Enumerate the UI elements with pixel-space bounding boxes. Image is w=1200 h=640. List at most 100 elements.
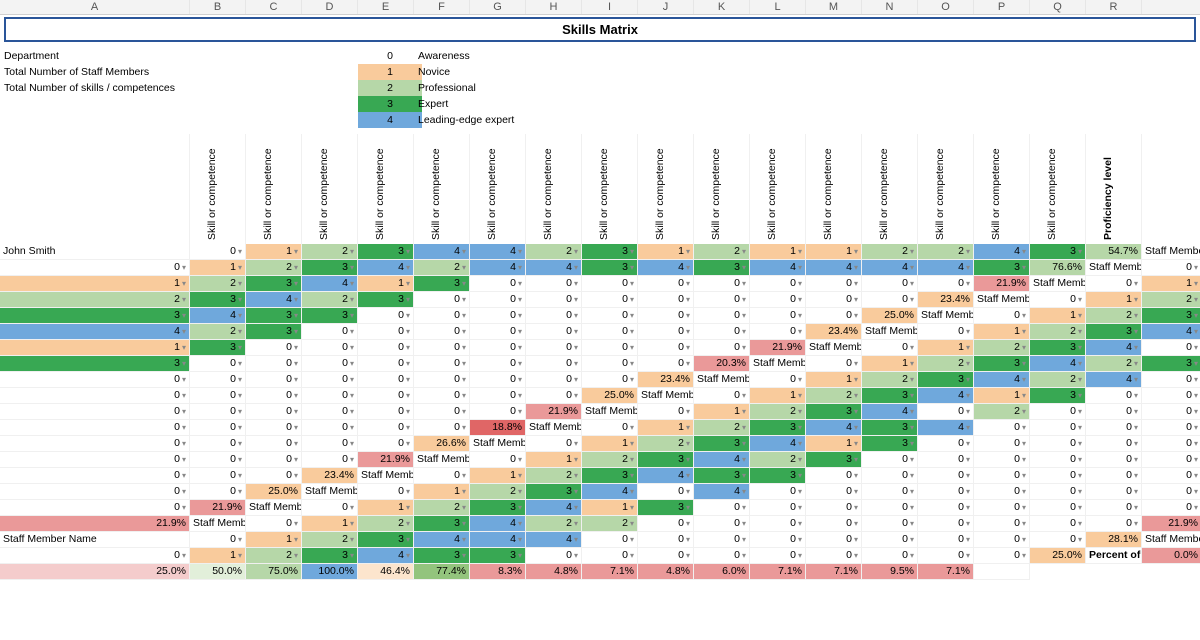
dropdown-icon[interactable]: ▾: [742, 263, 746, 272]
skill-level-cell[interactable]: 0▾: [526, 436, 582, 452]
dropdown-icon[interactable]: ▾: [518, 407, 522, 416]
skill-level-cell[interactable]: 4▾: [470, 532, 526, 548]
skill-level-cell[interactable]: 0▾: [862, 516, 918, 532]
skill-level-cell[interactable]: 0▾: [638, 324, 694, 340]
dropdown-icon[interactable]: ▾: [350, 503, 354, 512]
skill-level-cell[interactable]: 0▾: [582, 308, 638, 324]
dropdown-icon[interactable]: ▾: [966, 247, 970, 256]
dropdown-icon[interactable]: ▾: [854, 439, 858, 448]
dropdown-icon[interactable]: ▾: [854, 375, 858, 384]
skill-level-cell[interactable]: 3▾: [414, 276, 470, 292]
skill-level-cell[interactable]: 3▾: [358, 292, 414, 308]
skill-level-cell[interactable]: 4▾: [638, 260, 694, 276]
skill-level-cell[interactable]: 0▾: [358, 372, 414, 388]
skill-level-cell[interactable]: 3▾: [302, 548, 358, 564]
skill-level-cell[interactable]: 4▾: [470, 260, 526, 276]
skill-level-cell[interactable]: 1▾: [750, 244, 806, 260]
skill-level-cell[interactable]: 4▾: [750, 260, 806, 276]
dropdown-icon[interactable]: ▾: [1194, 503, 1198, 512]
dropdown-icon[interactable]: ▾: [574, 263, 578, 272]
skill-column-header[interactable]: Skill or competence: [358, 134, 414, 244]
dropdown-icon[interactable]: ▾: [294, 375, 298, 384]
skill-level-cell[interactable]: 0▾: [694, 532, 750, 548]
dropdown-icon[interactable]: ▾: [854, 407, 858, 416]
skill-level-cell[interactable]: 1▾: [974, 324, 1030, 340]
skill-level-cell[interactable]: 2▾: [1142, 292, 1200, 308]
dropdown-icon[interactable]: ▾: [294, 535, 298, 544]
dropdown-icon[interactable]: ▾: [854, 519, 858, 528]
dropdown-icon[interactable]: ▾: [350, 359, 354, 368]
skill-level-cell[interactable]: 0▾: [526, 548, 582, 564]
dropdown-icon[interactable]: ▾: [462, 343, 466, 352]
dropdown-icon[interactable]: ▾: [1134, 439, 1138, 448]
dropdown-icon[interactable]: ▾: [630, 551, 634, 560]
skill-level-cell[interactable]: 2▾: [190, 324, 246, 340]
skill-level-cell[interactable]: 2▾: [526, 244, 582, 260]
dropdown-icon[interactable]: ▾: [518, 375, 522, 384]
skill-level-cell[interactable]: 0▾: [190, 372, 246, 388]
dropdown-icon[interactable]: ▾: [742, 519, 746, 528]
dropdown-icon[interactable]: ▾: [518, 327, 522, 336]
dropdown-icon[interactable]: ▾: [1194, 487, 1198, 496]
dropdown-icon[interactable]: ▾: [1078, 327, 1082, 336]
dropdown-icon[interactable]: ▾: [406, 295, 410, 304]
dropdown-icon[interactable]: ▾: [1134, 407, 1138, 416]
dropdown-icon[interactable]: ▾: [798, 407, 802, 416]
skill-level-cell[interactable]: 0▾: [1030, 516, 1086, 532]
staff-name-cell[interactable]: Staff Member Name: [750, 356, 806, 372]
dropdown-icon[interactable]: ▾: [182, 295, 186, 304]
dropdown-icon[interactable]: ▾: [238, 455, 242, 464]
skill-level-cell[interactable]: 1▾: [750, 388, 806, 404]
dropdown-icon[interactable]: ▾: [1134, 311, 1138, 320]
dropdown-icon[interactable]: ▾: [686, 279, 690, 288]
skill-level-cell[interactable]: 2▾: [694, 244, 750, 260]
dropdown-icon[interactable]: ▾: [294, 263, 298, 272]
staff-name-cell[interactable]: Staff Member Name: [974, 292, 1030, 308]
dropdown-icon[interactable]: ▾: [406, 279, 410, 288]
dropdown-icon[interactable]: ▾: [910, 247, 914, 256]
staff-name-cell[interactable]: Staff Member Name: [1142, 532, 1200, 548]
skill-level-cell[interactable]: 0▾: [414, 292, 470, 308]
col-header[interactable]: K: [694, 0, 750, 14]
skill-level-cell[interactable]: 0▾: [190, 356, 246, 372]
skill-level-cell[interactable]: 0▾: [470, 340, 526, 356]
dropdown-icon[interactable]: ▾: [238, 423, 242, 432]
staff-name-cell[interactable]: Staff Member Name: [806, 340, 862, 356]
skill-level-cell[interactable]: 0▾: [0, 500, 190, 516]
dropdown-icon[interactable]: ▾: [630, 295, 634, 304]
dropdown-icon[interactable]: ▾: [742, 455, 746, 464]
skill-level-cell[interactable]: 4▾: [862, 260, 918, 276]
skill-level-cell[interactable]: 4▾: [862, 404, 918, 420]
skill-level-cell[interactable]: 0▾: [694, 548, 750, 564]
skill-level-cell[interactable]: 0▾: [974, 500, 1030, 516]
skill-level-cell[interactable]: 2▾: [414, 260, 470, 276]
skill-column-header[interactable]: Skill or competence: [190, 134, 246, 244]
skill-level-cell[interactable]: 4▾: [526, 500, 582, 516]
dropdown-icon[interactable]: ▾: [462, 551, 466, 560]
skill-level-cell[interactable]: 0▾: [862, 548, 918, 564]
skill-level-cell[interactable]: 0▾: [526, 372, 582, 388]
dropdown-icon[interactable]: ▾: [854, 487, 858, 496]
dropdown-icon[interactable]: ▾: [574, 455, 578, 464]
skill-level-cell[interactable]: 0▾: [0, 484, 190, 500]
dropdown-icon[interactable]: ▾: [350, 311, 354, 320]
skill-level-cell[interactable]: 3▾: [638, 500, 694, 516]
skill-level-cell[interactable]: 1▾: [246, 532, 302, 548]
skill-level-cell[interactable]: 0▾: [1086, 452, 1142, 468]
dropdown-icon[interactable]: ▾: [350, 279, 354, 288]
skill-level-cell[interactable]: 1▾: [638, 420, 694, 436]
dropdown-icon[interactable]: ▾: [966, 439, 970, 448]
skill-column-header[interactable]: Skill or competence: [470, 134, 526, 244]
skill-level-cell[interactable]: 0▾: [1086, 436, 1142, 452]
skill-level-cell[interactable]: 3▾: [1086, 324, 1142, 340]
dropdown-icon[interactable]: ▾: [294, 279, 298, 288]
skill-level-cell[interactable]: 2▾: [526, 468, 582, 484]
dropdown-icon[interactable]: ▾: [966, 455, 970, 464]
skill-level-cell[interactable]: 3▾: [974, 356, 1030, 372]
skill-level-cell[interactable]: 0▾: [806, 308, 862, 324]
skill-level-cell[interactable]: 2▾: [0, 292, 190, 308]
skill-level-cell[interactable]: 0▾: [638, 548, 694, 564]
dropdown-icon[interactable]: ▾: [1134, 295, 1138, 304]
skill-level-cell[interactable]: 0▾: [638, 356, 694, 372]
skill-level-cell[interactable]: 3▾: [750, 468, 806, 484]
